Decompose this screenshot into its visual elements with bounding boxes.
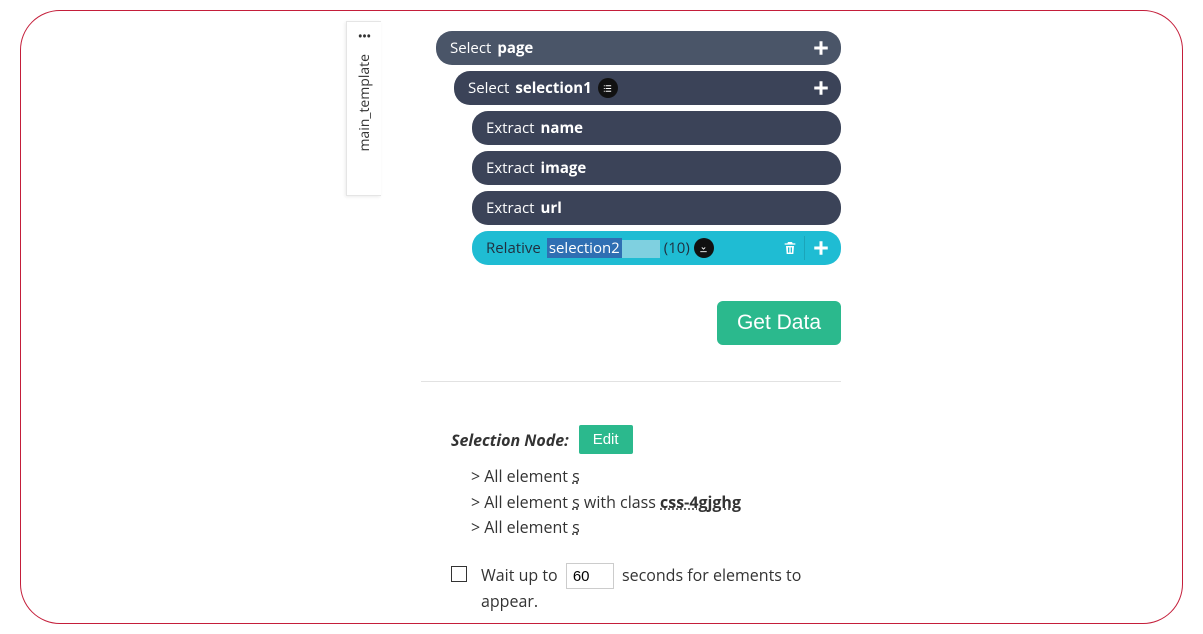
node-extract-image[interactable]: Extract image (472, 151, 841, 185)
editor-panel: ••• main_template Select page Select sel… (381, 10, 861, 623)
node-keyword: Extract (486, 158, 535, 178)
detail-heading: Selection Node: (451, 429, 569, 451)
selector-breadcrumbs: > All element s > All element s with cla… (471, 464, 821, 541)
get-data-button[interactable]: Get Data (717, 301, 841, 345)
section-divider (421, 381, 841, 382)
selection-name-editing[interactable]: selection2 (547, 238, 660, 258)
node-keyword: Extract (486, 118, 535, 138)
node-keyword: Select (450, 38, 491, 58)
node-name: url (541, 198, 562, 218)
drag-handle-icon[interactable]: ••• (358, 30, 371, 44)
wait-seconds-input[interactable] (566, 563, 614, 589)
node-keyword: Select (468, 78, 509, 98)
match-count: (10) (664, 238, 690, 258)
selection-node-detail: Selection Node: Edit > All element s > A… (451, 425, 821, 615)
node-name: name (541, 118, 584, 138)
node-relative-selection2[interactable]: Relative selection2 (10) (472, 231, 841, 265)
list-item: > All element s (471, 464, 821, 490)
css-class-token: css-4gjghg (660, 491, 741, 513)
list-item: > All element s with class css-4gjghg (471, 490, 821, 516)
node-name: selection1 (515, 78, 591, 98)
plus-icon (812, 39, 830, 57)
outer-frame: ••• main_template Select page Select sel… (20, 10, 1183, 624)
plus-icon (812, 79, 830, 97)
node-keyword: Relative (486, 238, 541, 258)
node-name: page (497, 38, 533, 58)
template-tab[interactable]: ••• main_template (346, 21, 381, 196)
add-child-button[interactable] (807, 34, 835, 62)
download-icon (694, 238, 714, 258)
edit-selection-button[interactable]: Edit (579, 425, 633, 454)
list-item: > All element s (471, 515, 821, 541)
list-icon (598, 78, 618, 98)
add-child-button[interactable] (807, 234, 835, 262)
template-label: main_template (355, 54, 374, 152)
command-tree: Select page Select selection1 Ext (436, 31, 841, 271)
node-select-page[interactable]: Select page (436, 31, 841, 65)
delete-node-button[interactable] (778, 236, 802, 260)
divider (804, 236, 805, 260)
node-select-selection1[interactable]: Select selection1 (454, 71, 841, 105)
wait-checkbox[interactable] (451, 566, 467, 582)
wait-label: Wait up to seconds for elements to appea… (481, 563, 821, 615)
node-name: image (541, 158, 587, 178)
node-extract-url[interactable]: Extract url (472, 191, 841, 225)
plus-icon (812, 239, 830, 257)
selection-name-text: selection2 (547, 238, 622, 258)
node-extract-name[interactable]: Extract name (472, 111, 841, 145)
text-cursor-area (622, 240, 660, 258)
node-keyword: Extract (486, 198, 535, 218)
add-child-button[interactable] (807, 74, 835, 102)
trash-icon (782, 240, 798, 256)
